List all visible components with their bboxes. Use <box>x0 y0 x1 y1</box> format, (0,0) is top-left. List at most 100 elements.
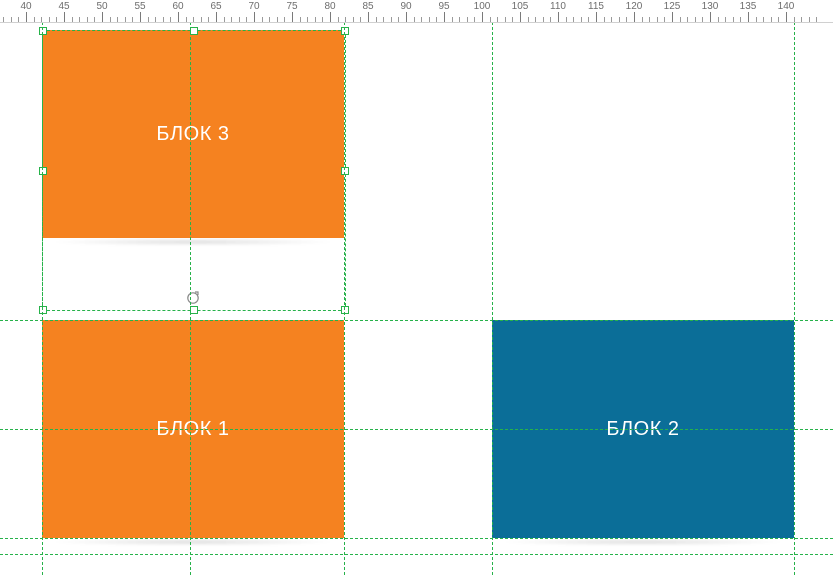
ruler-tick-major <box>292 12 293 22</box>
ruler-tick-major <box>786 12 787 22</box>
ruler-tick-minor <box>718 17 719 22</box>
ruler-tick-major <box>178 12 179 22</box>
ruler-tick-minor <box>383 17 384 22</box>
ruler-tick-major <box>406 12 407 22</box>
ruler-tick-label: 105 <box>512 1 529 12</box>
guide-vertical[interactable] <box>344 22 345 575</box>
ruler-tick-minor <box>756 17 757 22</box>
ruler-tick-minor <box>725 17 726 22</box>
block-2-label: БЛОК 2 <box>606 418 679 441</box>
ruler-tick-minor <box>740 17 741 22</box>
guide-vertical[interactable] <box>794 22 795 575</box>
ruler-tick-minor <box>626 17 627 22</box>
ruler-tick-label: 80 <box>324 1 335 12</box>
resize-handle-bottom-right[interactable] <box>341 306 349 314</box>
ruler-tick-minor <box>376 17 377 22</box>
ruler-tick-minor <box>680 17 681 22</box>
ruler-tick-label: 45 <box>58 1 69 12</box>
ruler-tick-minor <box>117 17 118 22</box>
ruler-tick-minor <box>490 17 491 22</box>
ruler-tick-minor <box>94 17 95 22</box>
ruler-tick-minor <box>353 17 354 22</box>
ruler-tick-minor <box>733 17 734 22</box>
ruler-tick-minor <box>201 17 202 22</box>
resize-handle-bottom-left[interactable] <box>39 306 47 314</box>
ruler-tick-minor <box>398 17 399 22</box>
ruler-tick-major <box>634 12 635 22</box>
ruler-tick-label: 115 <box>588 1 604 12</box>
rotation-handle-icon[interactable] <box>186 291 200 305</box>
horizontal-ruler[interactable]: 3540455055606570758085909510010511011512… <box>0 0 833 23</box>
ruler-tick-minor <box>11 17 12 22</box>
ruler-tick-minor <box>239 17 240 22</box>
ruler-tick-major <box>26 12 27 22</box>
ruler-tick-label: 120 <box>626 1 643 12</box>
ruler-tick-major <box>140 12 141 22</box>
ruler-tick-label: 110 <box>550 1 566 12</box>
ruler-tick-minor <box>284 17 285 22</box>
block-2[interactable]: БЛОК 2 <box>492 320 794 538</box>
ruler-tick-minor <box>148 17 149 22</box>
ruler-tick-minor <box>307 17 308 22</box>
block-3-shadow <box>50 238 336 246</box>
guide-horizontal[interactable] <box>0 538 833 539</box>
ruler-tick-minor <box>345 17 346 22</box>
ruler-tick-minor <box>391 17 392 22</box>
ruler-tick-minor <box>34 17 35 22</box>
ruler-tick-label: 90 <box>400 1 411 12</box>
ruler-tick-minor <box>429 17 430 22</box>
block-1[interactable]: БЛОК 1 <box>42 320 344 538</box>
ruler-tick-minor <box>528 17 529 22</box>
ruler-tick-minor <box>566 17 567 22</box>
ruler-tick-minor <box>505 17 506 22</box>
ruler-tick-major <box>368 12 369 22</box>
ruler-tick-major <box>216 12 217 22</box>
ruler-tick-minor <box>208 17 209 22</box>
ruler-tick-minor <box>132 17 133 22</box>
ruler-tick-minor <box>702 17 703 22</box>
ruler-tick-label: 125 <box>664 1 681 12</box>
ruler-tick-minor <box>619 17 620 22</box>
ruler-tick-minor <box>414 17 415 22</box>
ruler-tick-major <box>330 12 331 22</box>
ruler-tick-minor <box>763 17 764 22</box>
guide-horizontal[interactable] <box>0 554 833 555</box>
ruler-tick-minor <box>87 17 88 22</box>
ruler-tick-minor <box>459 17 460 22</box>
ruler-tick-minor <box>246 17 247 22</box>
ruler-tick-label: 75 <box>286 1 297 12</box>
canvas[interactable]: БЛОК 3 БЛОК 1 БЛОК 2 <box>0 22 833 575</box>
ruler-tick-major <box>64 12 65 22</box>
ruler-tick-minor <box>543 17 544 22</box>
resize-handle-bottom-center[interactable] <box>190 306 198 314</box>
ruler-tick-label: 135 <box>740 1 757 12</box>
ruler-tick-major <box>444 12 445 22</box>
ruler-tick-label: 130 <box>702 1 719 12</box>
ruler-tick-minor <box>193 17 194 22</box>
ruler-tick-major <box>710 12 711 22</box>
block-3[interactable]: БЛОК 3 <box>42 30 344 238</box>
block-1-label: БЛОК 1 <box>156 418 229 441</box>
ruler-tick-minor <box>79 17 80 22</box>
block-2-shadow <box>500 538 786 546</box>
ruler-tick-label: 85 <box>362 1 373 12</box>
ruler-tick-minor <box>277 17 278 22</box>
ruler-tick-label: 70 <box>248 1 259 12</box>
ruler-tick-minor <box>72 17 73 22</box>
block-3-label: БЛОК 3 <box>156 123 229 146</box>
block-1-shadow <box>50 538 336 546</box>
ruler-tick-label: 55 <box>134 1 145 12</box>
ruler-tick-minor <box>421 17 422 22</box>
ruler-tick-minor <box>3 17 4 22</box>
ruler-tick-minor <box>41 17 42 22</box>
ruler-tick-minor <box>550 17 551 22</box>
ruler-tick-major <box>102 12 103 22</box>
ruler-tick-minor <box>163 17 164 22</box>
ruler-tick-minor <box>18 17 19 22</box>
ruler-tick-minor <box>657 17 658 22</box>
ruler-tick-minor <box>474 17 475 22</box>
ruler-tick-minor <box>338 17 339 22</box>
ruler-tick-label: 60 <box>172 1 183 12</box>
ruler-tick-minor <box>360 17 361 22</box>
ruler-tick-minor <box>155 17 156 22</box>
